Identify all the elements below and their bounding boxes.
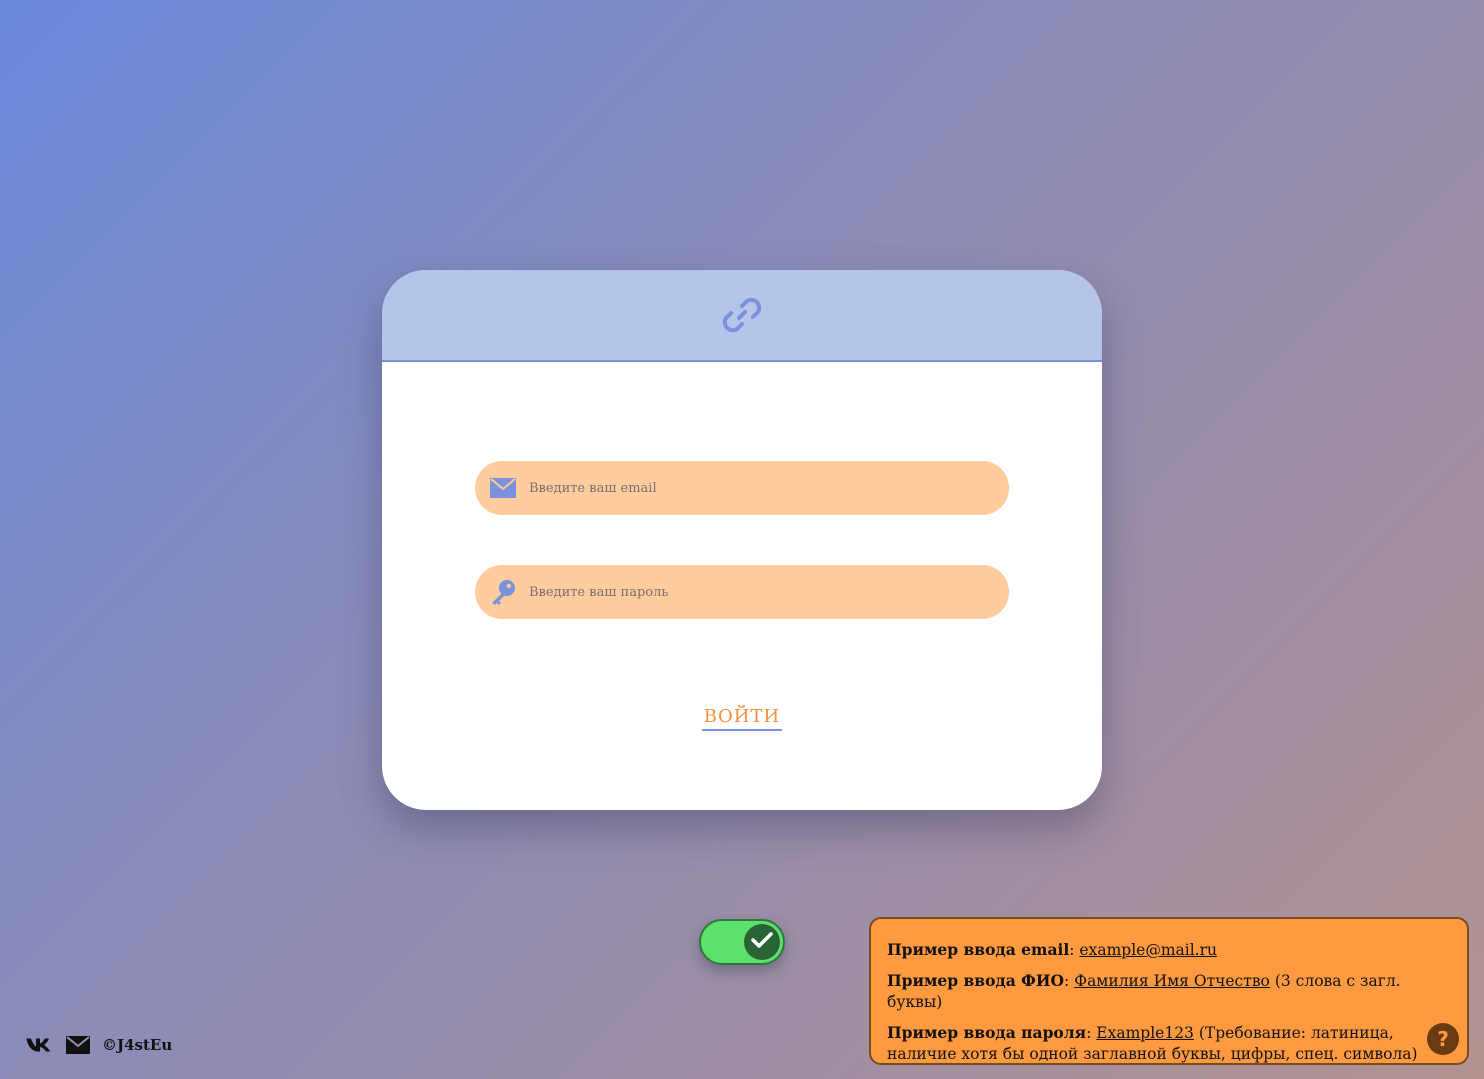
hint-password-label: Пример ввода пароля <box>887 1023 1087 1042</box>
card-header <box>382 270 1102 362</box>
hint-fio-label: Пример ввода ФИО <box>887 971 1065 990</box>
password-input[interactable] <box>529 584 989 600</box>
vk-icon[interactable] <box>26 1037 52 1053</box>
input-hint-box: Пример ввода email: example@mail.ru Прим… <box>869 917 1469 1065</box>
login-card: ВОЙТИ <box>382 270 1102 810</box>
hint-fio-line: Пример ввода ФИО: Фамилия Имя Отчество (… <box>887 971 1401 1011</box>
hint-email-label: Пример ввода email <box>887 940 1070 959</box>
copyright-text: ©J4stEu <box>102 1036 173 1054</box>
theme-toggle[interactable] <box>699 919 785 965</box>
hint-email-example: example@mail.ru <box>1079 941 1217 959</box>
help-button[interactable]: ? <box>1427 1023 1459 1055</box>
hint-password-line: Пример ввода пароля: Example123 (Требова… <box>887 1023 1418 1063</box>
email-input[interactable] <box>529 480 989 496</box>
envelope-icon <box>475 478 529 498</box>
hint-password-example: Example123 <box>1096 1024 1194 1042</box>
link-icon <box>718 291 766 339</box>
footer: ©J4stEu <box>26 1033 172 1057</box>
password-field-wrapper <box>475 565 1009 619</box>
hint-email-line: Пример ввода email: example@mail.ru <box>887 940 1217 959</box>
login-button[interactable]: ВОЙТИ <box>701 706 783 731</box>
toggle-knob <box>744 924 780 960</box>
hint-fio-example: Фамилия Имя Отчество <box>1074 972 1270 990</box>
mail-icon[interactable] <box>66 1036 90 1054</box>
check-icon <box>751 931 773 953</box>
key-icon <box>475 578 529 606</box>
login-button-wrapper: ВОЙТИ <box>382 706 1102 731</box>
email-field-wrapper <box>475 461 1009 515</box>
